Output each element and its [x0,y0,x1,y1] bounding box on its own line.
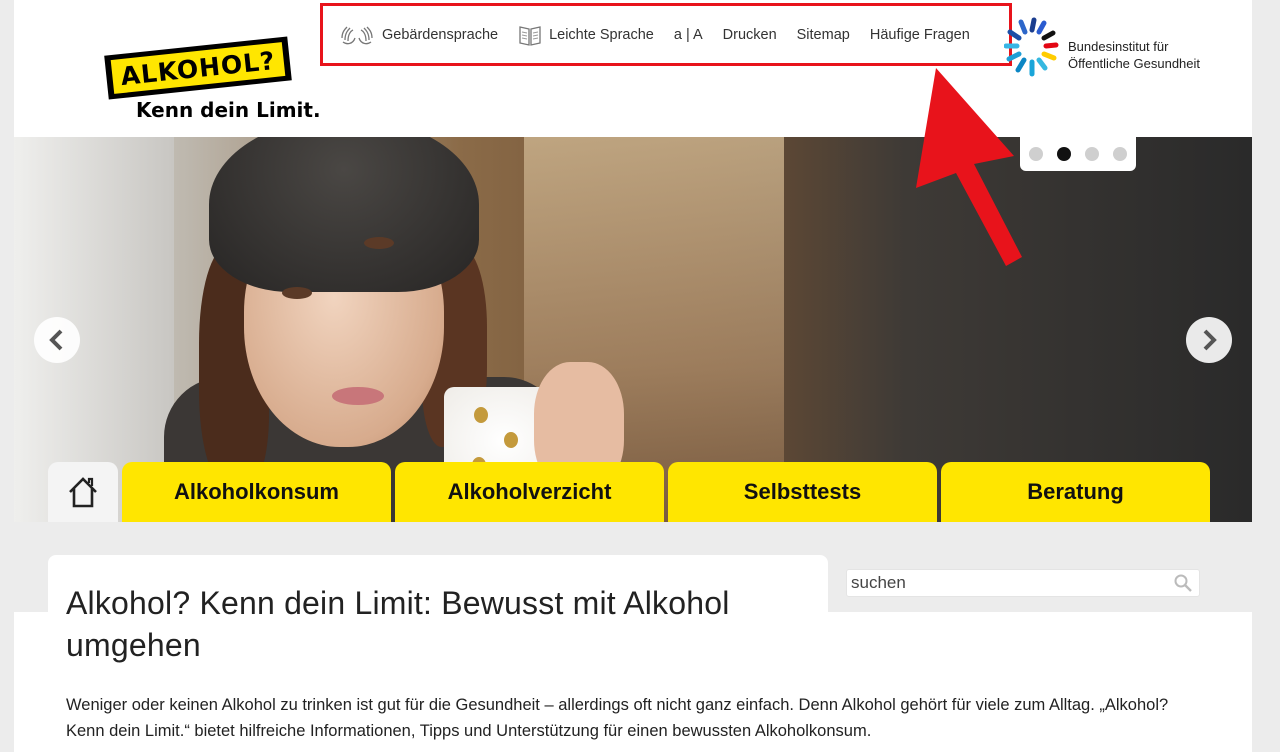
slider-dot[interactable] [1029,147,1043,161]
hero-image-eye [364,237,394,249]
service-navigation: Gebärdensprache Leichte Sprache a | A Dr… [320,3,1012,66]
nav-tab-beratung[interactable]: Beratung [941,462,1210,522]
intro-text: Weniger oder keinen Alkohol zu trinken i… [66,696,1169,740]
sign-language-icon [341,26,373,44]
hero-image-eye [282,287,312,299]
print-link[interactable]: Drucken [723,27,777,43]
slider-dot-active[interactable] [1057,147,1071,161]
easy-language-label: Leichte Sprache [549,26,654,43]
search-icon[interactable] [1173,573,1193,593]
institute-name-line2: Öffentliche Gesundheit [1068,56,1201,71]
nav-tab-selbsttests[interactable]: Selbsttests [668,462,937,522]
slider-next-button[interactable] [1186,317,1232,363]
institute-name-line1: Bundesinstitut für [1068,39,1169,54]
print-label: Drucken [722,26,777,43]
site-logo[interactable]: ALKOHOL? Kenn dein Limit. [104,36,334,128]
faq-link[interactable]: Häufige Fragen [870,27,970,43]
sign-language-link[interactable]: Gebärdensprache [339,24,498,46]
home-tab[interactable] [48,462,118,522]
slider-pagination [1020,137,1136,171]
chevron-right-icon [1203,329,1217,351]
faq-label: Häufige Fragen [869,26,970,43]
page: ALKOHOL? Kenn dein Limit. Gebärdensprach… [14,0,1252,752]
institute-emblem-icon [1004,17,1059,77]
chevron-left-icon [49,329,63,351]
slider-prev-button[interactable] [34,317,80,363]
easy-language-link[interactable]: Leichte Sprache [518,23,654,47]
page-title: Alkohol? Kenn dein Limit: Bewusst mit Al… [66,585,730,663]
search-input[interactable] [851,573,1173,593]
main-navigation: Alkoholkonsum Alkoholverzicht Selbsttest… [48,462,1210,522]
home-icon [69,477,97,508]
logo-tag-text: ALKOHOL? [110,42,286,94]
logo-claim: Kenn dein Limit. [136,98,321,122]
sitemap-label: Sitemap [796,26,850,43]
hero-image-lips [332,387,384,405]
search-box [846,569,1200,597]
logo-tag: ALKOHOL? [104,36,292,100]
font-size-toggle[interactable]: a | A [674,27,703,43]
nav-tab-alkoholverzicht[interactable]: Alkoholverzicht [395,462,664,522]
slider-dot[interactable] [1113,147,1127,161]
nav-tab-alkoholkonsum[interactable]: Alkoholkonsum [122,462,391,522]
institute-logo[interactable]: Bundesinstitut für Öffentliche Gesundhei… [1004,16,1244,92]
sitemap-link[interactable]: Sitemap [797,27,850,43]
institute-name: Bundesinstitut für Öffentliche Gesundhei… [1068,38,1200,72]
font-size-label: a | A [673,26,703,43]
sign-language-label: Gebärdensprache [382,26,499,43]
easy-language-book-icon [519,25,541,46]
slider-dot[interactable] [1085,147,1099,161]
hero-image-beanie [209,137,479,292]
